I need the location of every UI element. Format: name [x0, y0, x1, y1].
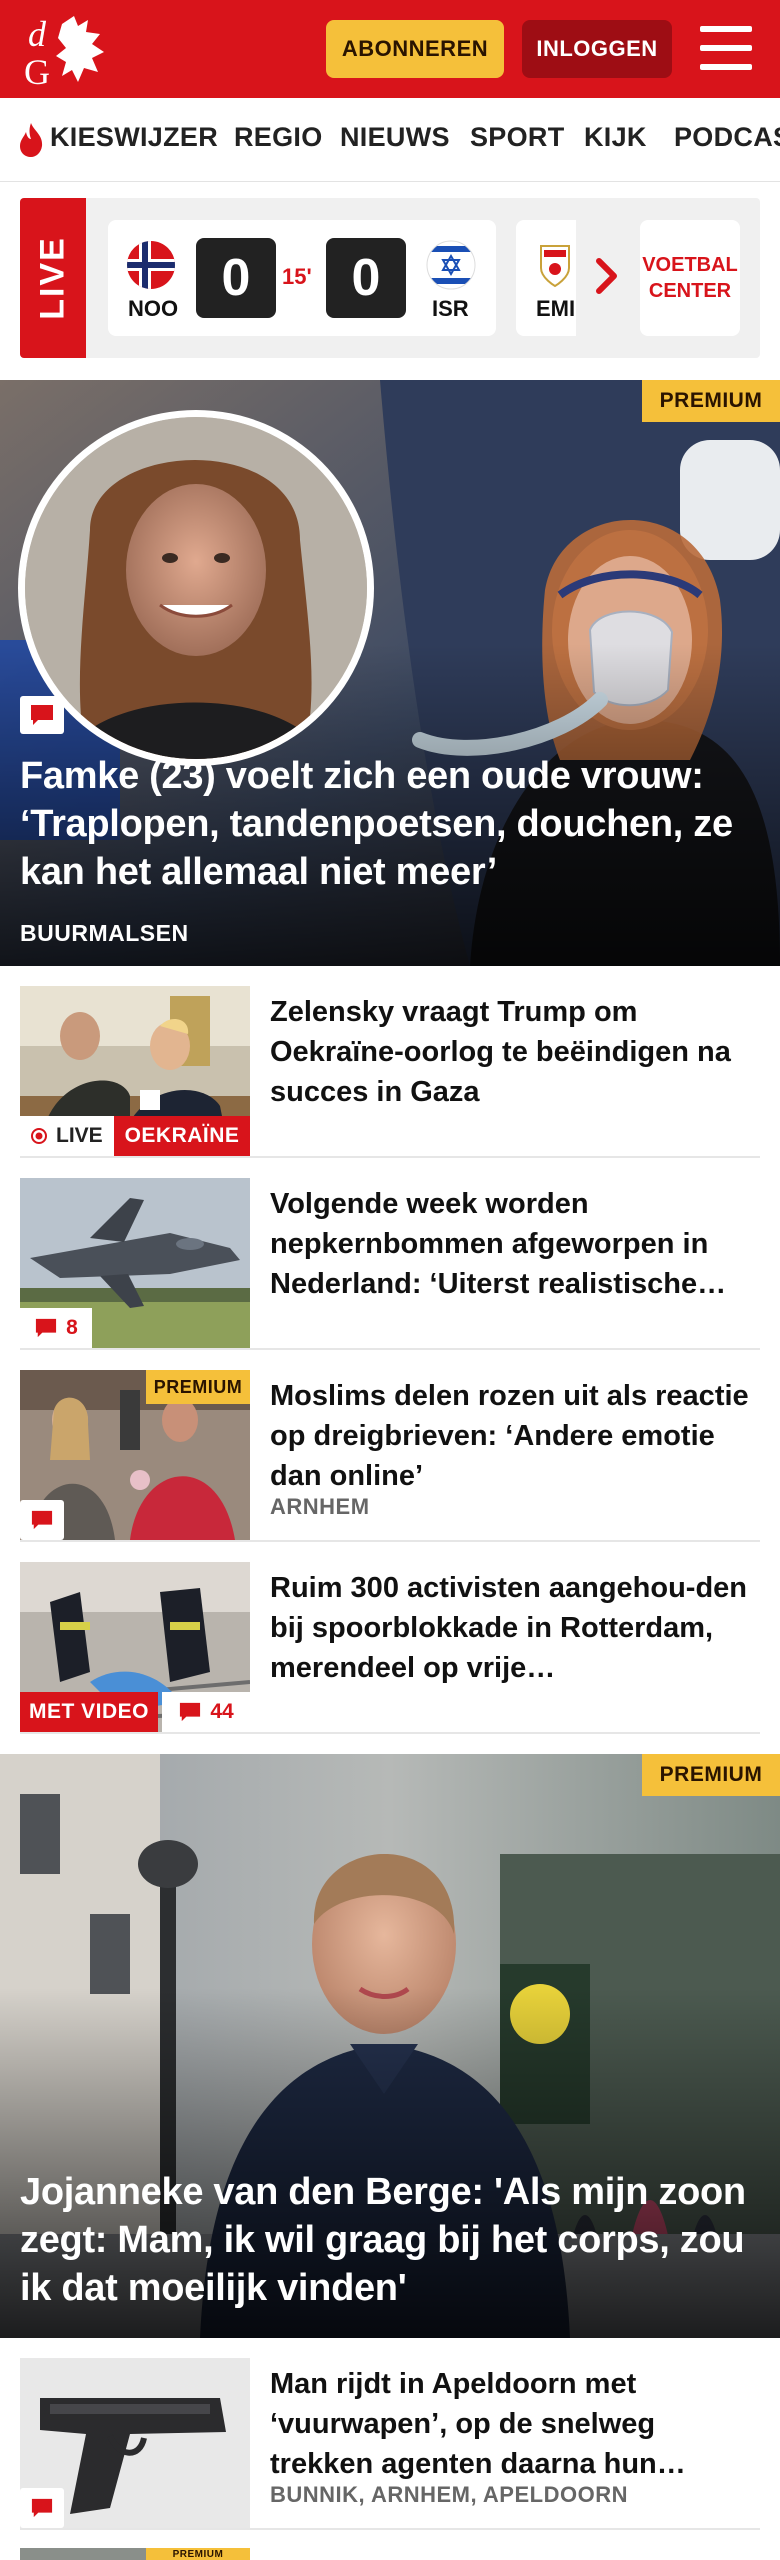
- login-button[interactable]: INLOGGEN: [522, 20, 672, 78]
- category-tag: OEKRAÏNE: [114, 1116, 250, 1156]
- comment-count-badge: 8: [20, 1308, 92, 1348]
- flame-icon: [20, 123, 43, 157]
- live-label: LIVE: [56, 1124, 103, 1147]
- comment-icon: [180, 1702, 201, 1722]
- list-item[interactable]: LIVE OEKRAÏNE Zelensky vraagt Trump om O…: [20, 986, 760, 1158]
- article-title[interactable]: Moslims delen rozen uit als reactie op d…: [270, 1376, 760, 1496]
- nav-item-sport[interactable]: SPORT: [470, 122, 565, 153]
- premium-badge: PREMIUM: [146, 1370, 250, 1404]
- football-center-button[interactable]: VOETBAL CENTER: [640, 220, 740, 336]
- subscribe-button[interactable]: ABONNEREN: [326, 20, 504, 78]
- comment-count: 44: [210, 1700, 234, 1723]
- comment-icon: [20, 1500, 64, 1540]
- comment-icon: [20, 2488, 64, 2528]
- main-nav: KIESWIJZER REGIO NIEUWS SPORT KIJK PODCA…: [0, 98, 780, 182]
- comment-count: 8: [66, 1316, 78, 1339]
- comment-icon: [36, 1318, 57, 1338]
- nav-item-kieswijzer[interactable]: KIESWIJZER: [50, 122, 218, 153]
- list-item[interactable]: Man rijdt in Apeldoorn met ‘vuurwapen’, …: [20, 2358, 760, 2530]
- list-item[interactable]: 8 Volgende week worden nepkernbommen afg…: [20, 1178, 760, 1350]
- video-badge: MET VIDEO: [20, 1692, 158, 1732]
- live-dot-icon: [31, 1128, 47, 1144]
- home-team: NOO: [128, 296, 179, 321]
- list-item[interactable]: MET VIDEO 44 Ruim 300 activisten aangeho…: [20, 1562, 760, 1734]
- premium-badge: PREMIUM: [642, 380, 780, 422]
- home-score: 0: [196, 238, 276, 318]
- article-title[interactable]: Volgende week worden nepkernbommen afgew…: [270, 1184, 760, 1304]
- israel-flag-icon: [426, 240, 476, 290]
- hero-article[interactable]: PREMIUM Famke (23) voelt zich een oude v…: [0, 380, 780, 966]
- article-title[interactable]: Ruim 300 activisten aangehou-den bij spo…: [270, 1568, 760, 1688]
- article-location: BUNNIK, ARNHEM, APELDOORN: [270, 2482, 628, 2507]
- nav-item-kijk[interactable]: KIJK: [584, 122, 647, 153]
- match-card[interactable]: NOO 0 15' 0 ISR: [108, 220, 496, 336]
- article-title[interactable]: Zelensky vraagt Trump om Oekraïne-oorlog…: [270, 992, 760, 1112]
- logo[interactable]: d G: [22, 12, 118, 88]
- top-header: d G ABONNEREN INLOGGEN: [0, 0, 780, 98]
- away-score: 0: [326, 238, 406, 318]
- article-location: ARNHEM: [270, 1494, 370, 1519]
- premium-badge: PREMIUM: [146, 2548, 250, 2560]
- live-scores-strip: LIVE NOO 0 15' 0 ISR EMI VOETBAL CENTER: [20, 198, 760, 358]
- match-minute: 15': [282, 264, 312, 289]
- svg-text:d: d: [28, 14, 47, 54]
- list-item[interactable]: PREMIUM: [20, 2548, 760, 2560]
- list-item[interactable]: PREMIUM Moslims delen rozen uit als reac…: [20, 1370, 760, 1542]
- comment-icon: [20, 696, 64, 734]
- club-crest-icon: [540, 245, 570, 288]
- article-title[interactable]: Man rijdt in Apeldoorn met ‘vuurwapen’, …: [270, 2364, 760, 2484]
- live-tab: LIVE: [20, 198, 86, 358]
- comment-count-badge: 44: [162, 1692, 250, 1732]
- away-team: ISR: [432, 296, 469, 321]
- live-badge: LIVE: [20, 1116, 114, 1156]
- svg-text:G: G: [24, 52, 50, 88]
- next-match-team: EMI: [536, 296, 576, 321]
- nav-item-regio[interactable]: REGIO: [234, 122, 323, 153]
- hero-title[interactable]: Famke (23) voelt zich een oude vrouw: ‘T…: [20, 752, 760, 896]
- chevron-right-icon[interactable]: [594, 256, 620, 296]
- live-label: LIVE: [33, 236, 72, 320]
- next-match-card[interactable]: EMI: [516, 220, 576, 336]
- feature-article[interactable]: PREMIUM Jojanneke van den Berge: 'Als mi…: [0, 1754, 780, 2338]
- premium-badge: PREMIUM: [642, 1754, 780, 1796]
- feature-title[interactable]: Jojanneke van den Berge: 'Als mijn zoon …: [20, 2168, 760, 2312]
- norway-flag-icon: [127, 241, 175, 289]
- nav-item-podcast[interactable]: PODCAST: [674, 122, 780, 153]
- hero-location: BUURMALSEN: [20, 920, 189, 946]
- menu-icon[interactable]: [700, 26, 752, 70]
- nav-item-nieuws[interactable]: NIEUWS: [340, 122, 450, 153]
